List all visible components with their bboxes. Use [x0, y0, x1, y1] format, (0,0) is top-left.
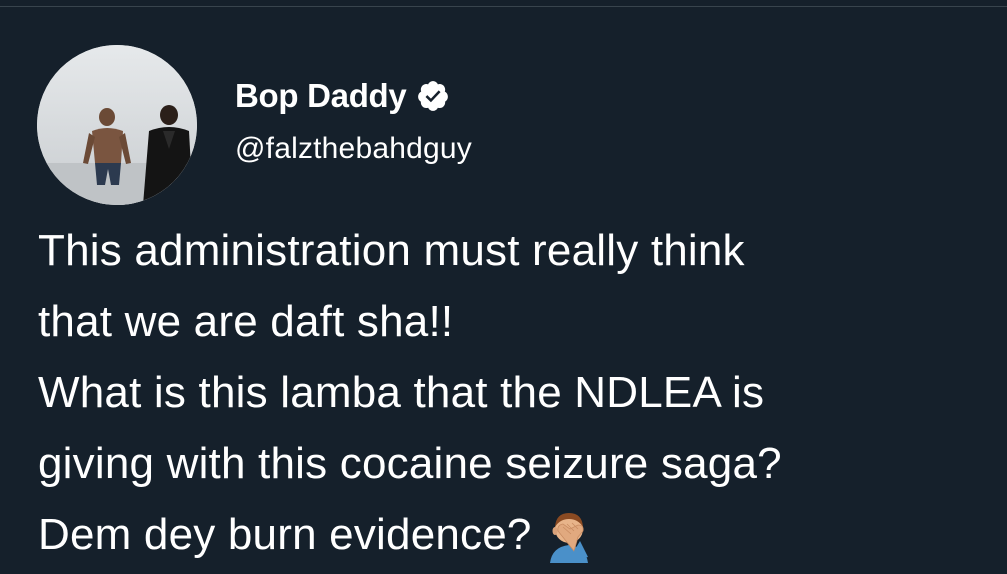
- verified-badge-icon: [416, 79, 450, 113]
- tweet-line: This administration must really think: [38, 226, 745, 275]
- top-divider: [0, 6, 1007, 7]
- tweet-line-last: Dem dey burn evidence?: [38, 499, 998, 570]
- handle[interactable]: @falzthebahdguy: [235, 132, 472, 166]
- avatar[interactable]: [37, 45, 197, 205]
- display-name[interactable]: Bop Daddy: [235, 77, 407, 115]
- author-block: Bop Daddy @falzthebahdguy: [235, 76, 472, 166]
- profile-photo-icon: [37, 45, 197, 205]
- tweet-line: What is this lamba that the NDLEA is: [38, 368, 765, 417]
- tweet-line: giving with this cocaine seizure saga?: [38, 439, 782, 488]
- tweet-card: Bop Daddy @falzthebahdguy This administr…: [0, 0, 1007, 574]
- man-facepalming-emoji-icon: [544, 507, 594, 563]
- name-row: Bop Daddy: [235, 76, 472, 116]
- tweet-line: Dem dey burn evidence?: [38, 510, 532, 559]
- tweet-line: that we are daft sha!!: [38, 297, 454, 346]
- tweet-text: This administration must really think th…: [38, 215, 998, 570]
